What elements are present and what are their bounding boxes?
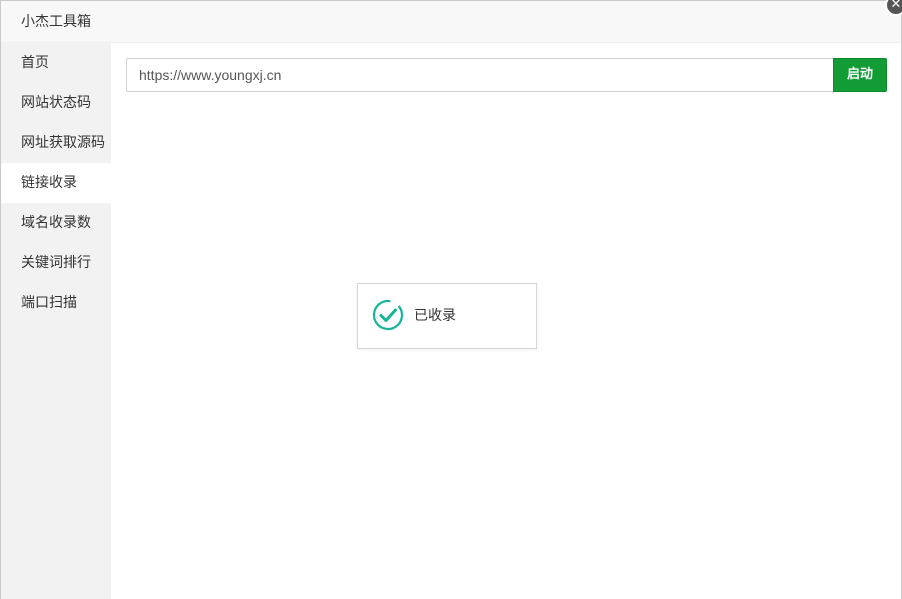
sidebar-item-keyword-rank[interactable]: 关键词排行 [1,243,111,283]
main-content: 启动 已收录 [111,43,901,599]
sidebar-item-get-source[interactable]: 网址获取源码 [1,123,111,163]
check-circle-icon [372,299,404,331]
url-input[interactable] [126,58,834,92]
close-icon: ✕ [890,0,902,12]
sidebar-item-site-status-code[interactable]: 网站状态码 [1,83,111,123]
toast-message: 已收录 [414,308,456,324]
start-button[interactable]: 启动 [833,58,887,92]
sidebar-item-port-scan[interactable]: 端口扫描 [1,283,111,323]
title-bar: 小杰工具箱 [1,1,901,43]
sidebar-item-link-index[interactable]: 链接收录 [1,163,111,203]
sidebar: 首页 网站状态码 网址获取源码 链接收录 域名收录数 关键词排行 端口扫描 [1,43,111,599]
result-toast: 已收录 [357,283,537,349]
window-title: 小杰工具箱 [21,14,91,30]
sidebar-item-domain-index-count[interactable]: 域名收录数 [1,203,111,243]
sidebar-item-home[interactable]: 首页 [1,43,111,83]
tool-window: 小杰工具箱 ✕ 首页 网站状态码 网址获取源码 链接收录 域名收录数 关键词排行… [0,0,902,599]
